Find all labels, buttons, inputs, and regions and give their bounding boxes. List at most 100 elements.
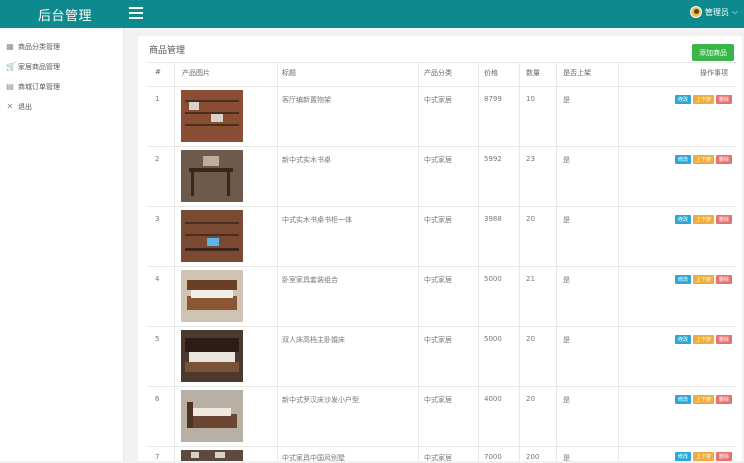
edit-button[interactable]: 修改 <box>674 275 691 284</box>
row-index: 3 <box>155 215 160 223</box>
user-menu[interactable]: 管理员 ⌵ <box>689 6 738 18</box>
column-header-price: 价格 <box>484 69 498 77</box>
product-category: 中式家居 <box>424 156 452 164</box>
toggle-listing-button[interactable]: 上下架 <box>692 395 714 404</box>
edit-button[interactable]: 修改 <box>674 215 691 224</box>
sidebar-item-orders[interactable]: ▤ 商城订单管理 <box>6 80 60 94</box>
product-quantity: 23 <box>526 155 535 163</box>
column-header-quantity: 数量 <box>526 69 540 77</box>
column-header-actions: 操作事项 <box>700 69 728 77</box>
menu-toggle-icon[interactable] <box>129 7 143 19</box>
product-price: 8799 <box>484 95 502 103</box>
product-price: 7000 <box>484 453 502 461</box>
toggle-listing-button[interactable]: 上下架 <box>692 335 714 344</box>
add-product-button[interactable]: 添加商品 <box>692 44 734 61</box>
delete-button[interactable]: 删除 <box>715 95 732 104</box>
sidebar-item-products[interactable]: 🛒 家居商品管理 <box>6 60 60 74</box>
product-listed: 是 <box>563 216 570 224</box>
product-image <box>181 90 243 142</box>
product-listed: 是 <box>563 454 570 462</box>
edit-button[interactable]: 修改 <box>674 155 691 164</box>
delete-button[interactable]: 删除 <box>715 335 732 344</box>
row-actions: 修改 上下架 删除 <box>674 215 732 224</box>
product-category: 中式家居 <box>424 216 452 224</box>
product-image <box>181 270 243 322</box>
product-category: 中式家居 <box>424 396 452 404</box>
row-actions: 修改 上下架 删除 <box>674 275 732 284</box>
column-header-listed: 是否上架 <box>563 69 591 77</box>
sidebar-item-category[interactable]: ▦ 商品分类管理 <box>6 40 60 54</box>
row-index: 5 <box>155 335 160 343</box>
product-listed: 是 <box>563 156 570 164</box>
toggle-listing-button[interactable]: 上下架 <box>692 275 714 284</box>
product-quantity: 20 <box>526 395 535 403</box>
edit-button[interactable]: 修改 <box>674 452 691 461</box>
product-image <box>181 150 243 202</box>
sidebar-item-logout[interactable]: ✕ 退出 <box>6 100 32 114</box>
product-listed: 是 <box>563 276 570 284</box>
product-panel: 商品管理 添加商品 # 产品图片 标题 产品分类 价格 数量 是否上架 操作事项… <box>138 36 742 462</box>
delete-button[interactable]: 删除 <box>715 215 732 224</box>
row-divider <box>147 386 736 387</box>
row-index: 6 <box>155 395 160 403</box>
product-title: 中式实木书桌书柜一体 <box>282 216 352 224</box>
toggle-listing-button[interactable]: 上下架 <box>692 95 714 104</box>
row-index: 7 <box>155 453 160 461</box>
cart-icon: 🛒 <box>6 62 16 71</box>
chevron-down-icon: ⌵ <box>731 7 738 16</box>
delete-button[interactable]: 删除 <box>715 155 732 164</box>
column-divider <box>519 62 520 461</box>
toggle-listing-button[interactable]: 上下架 <box>692 155 714 164</box>
product-category: 中式家居 <box>424 276 452 284</box>
row-divider <box>147 206 736 207</box>
toggle-listing-button[interactable]: 上下架 <box>692 452 714 461</box>
row-index: 4 <box>155 275 160 283</box>
product-price: 5000 <box>484 275 502 283</box>
product-listed: 是 <box>563 96 570 104</box>
edit-button[interactable]: 修改 <box>674 335 691 344</box>
product-category: 中式家居 <box>424 454 452 462</box>
product-image <box>181 450 243 461</box>
table-top-border <box>147 62 736 63</box>
delete-button[interactable]: 删除 <box>715 275 732 284</box>
product-quantity: 21 <box>526 275 535 283</box>
sidebar: ▦ 商品分类管理 🛒 家居商品管理 ▤ 商城订单管理 ✕ 退出 <box>0 28 124 461</box>
product-category: 中式家居 <box>424 336 452 344</box>
row-index: 1 <box>155 95 160 103</box>
edit-button[interactable]: 修改 <box>674 95 691 104</box>
column-header-image: 产品图片 <box>182 69 210 77</box>
product-price: 4000 <box>484 395 502 403</box>
column-header-category: 产品分类 <box>424 69 452 77</box>
toggle-listing-button[interactable]: 上下架 <box>692 215 714 224</box>
row-actions: 修改 上下架 删除 <box>674 155 732 164</box>
close-icon: ✕ <box>6 102 14 111</box>
avatar <box>689 6 702 18</box>
page-title: 商品管理 <box>149 46 186 56</box>
username: 管理员 <box>704 7 729 17</box>
sidebar-item-label: 商品分类管理 <box>18 43 60 51</box>
product-title: 卧室家具套装组合 <box>282 276 338 284</box>
row-divider <box>147 146 736 147</box>
column-divider <box>418 62 419 461</box>
delete-button[interactable]: 删除 <box>715 395 732 404</box>
product-category: 中式家居 <box>424 96 452 104</box>
header-divider <box>147 86 736 87</box>
product-image <box>181 210 243 262</box>
delete-button[interactable]: 删除 <box>715 452 732 461</box>
row-index: 2 <box>155 155 160 163</box>
row-actions: 修改 上下架 删除 <box>674 395 732 404</box>
product-title: 双人床高档主卧婚床 <box>282 336 345 344</box>
product-title: 客厅编新置物架 <box>282 96 331 104</box>
row-divider <box>147 326 736 327</box>
product-quantity: 20 <box>526 335 535 343</box>
column-header-index: # <box>155 68 161 76</box>
row-actions: 修改 上下架 删除 <box>674 95 732 104</box>
column-divider <box>556 62 557 461</box>
product-title: 新中式实木书桌 <box>282 156 331 164</box>
column-divider <box>478 62 479 461</box>
product-title: 新中式罗汉床沙发小户型 <box>282 396 359 404</box>
edit-button[interactable]: 修改 <box>674 395 691 404</box>
sidebar-item-label: 退出 <box>18 103 32 111</box>
row-actions: 修改 上下架 删除 <box>674 452 732 461</box>
product-quantity: 20 <box>526 215 535 223</box>
